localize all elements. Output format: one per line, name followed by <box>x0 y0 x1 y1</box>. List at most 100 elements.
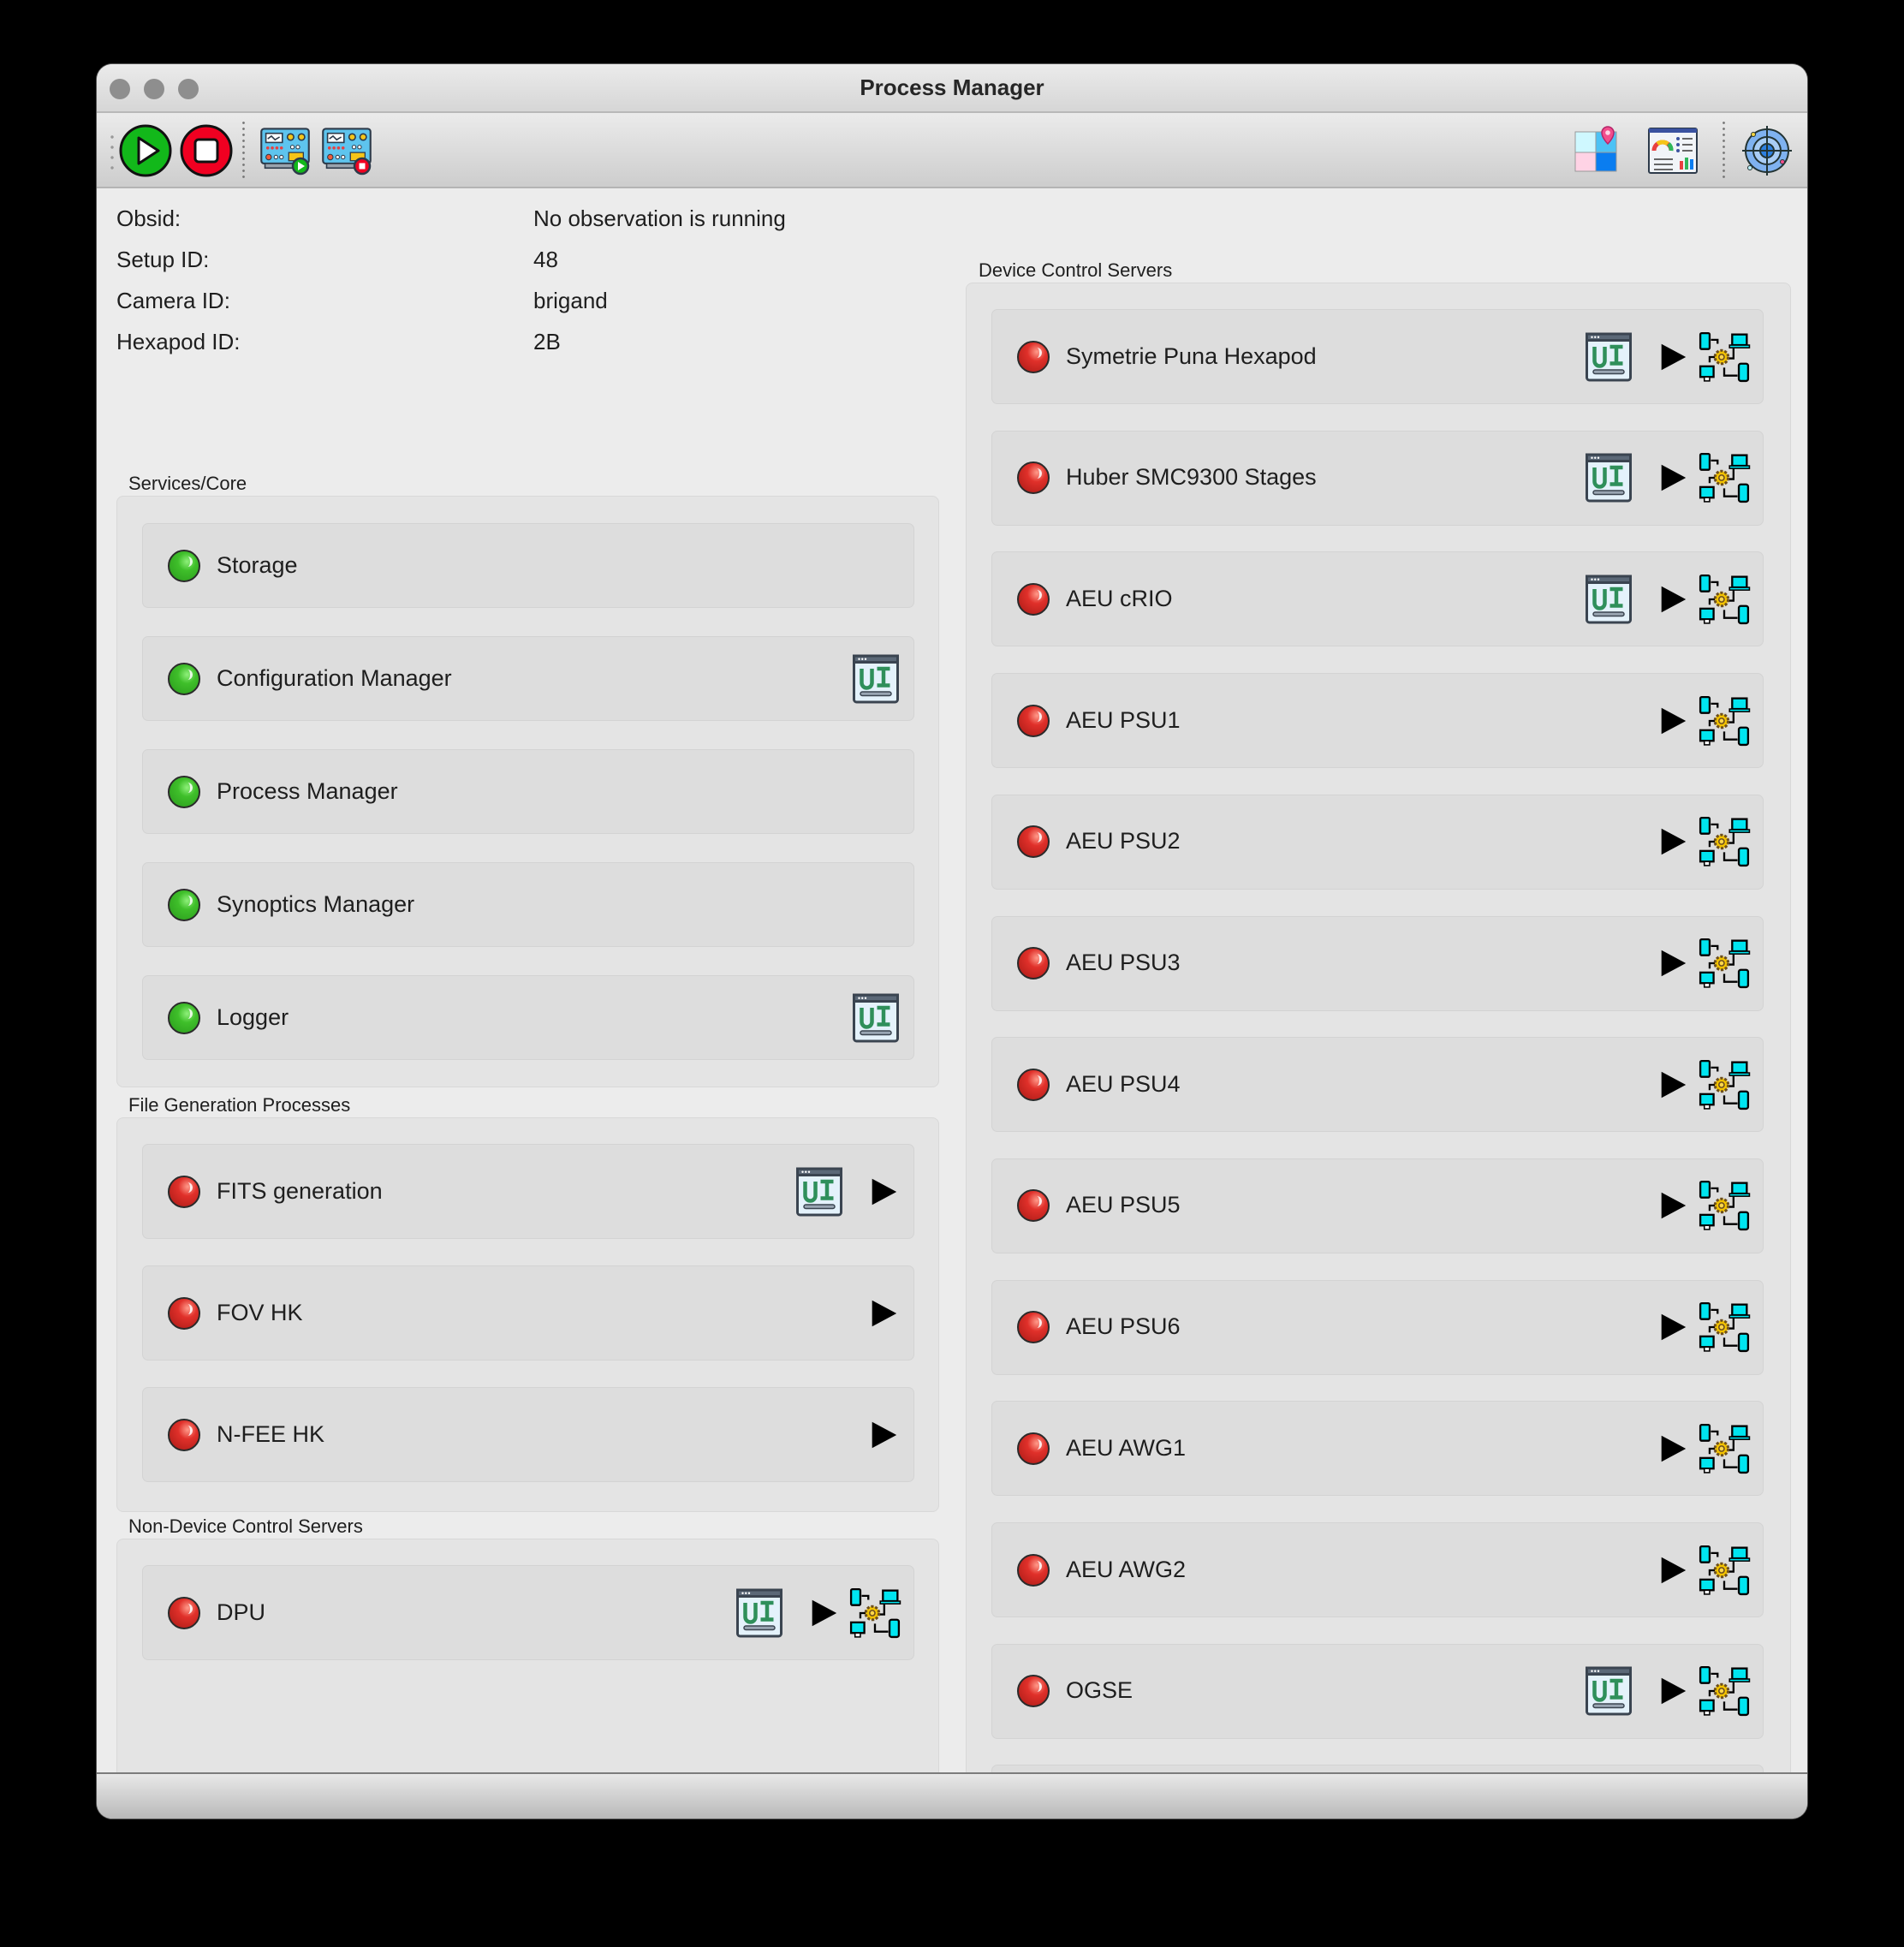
start-process-button[interactable] <box>1657 1432 1689 1465</box>
info-label: Camera ID: <box>116 288 230 313</box>
network-cs-button[interactable] <box>1698 451 1751 504</box>
process-row: Configuration Manager <box>142 636 914 721</box>
play-icon <box>1657 1189 1689 1222</box>
play-icon <box>1657 461 1689 494</box>
start-process-button[interactable] <box>1657 461 1689 494</box>
network-cs-button[interactable] <box>1698 1179 1751 1232</box>
status-led-icon <box>168 1596 200 1629</box>
network-cs-button[interactable] <box>1698 1664 1751 1718</box>
process-name: AEU PSU5 <box>1066 1192 1181 1218</box>
process-name: DPU <box>217 1599 266 1625</box>
start-process-button[interactable] <box>1657 705 1689 737</box>
process-name: Configuration Manager <box>217 664 452 691</box>
start-process-button[interactable] <box>867 1419 900 1451</box>
start-process-button[interactable] <box>807 1597 840 1629</box>
start-process-button[interactable] <box>1657 1554 1689 1587</box>
open-ui-button[interactable] <box>794 1166 845 1218</box>
start-process-button[interactable] <box>1657 1069 1689 1101</box>
ui-window-icon <box>1583 331 1634 383</box>
play-circle-icon <box>119 124 172 177</box>
network-devices-icon <box>1698 815 1751 868</box>
status-led-icon <box>168 775 200 808</box>
process-row: AEU cRIO <box>991 551 1764 647</box>
process-row: AEU PSU2 <box>991 794 1764 890</box>
info-value: 48 <box>533 247 558 272</box>
play-icon <box>1657 947 1689 979</box>
start-process-button[interactable] <box>867 1176 900 1208</box>
network-cs-button[interactable] <box>1698 1422 1751 1475</box>
open-ui-button[interactable] <box>1583 331 1634 383</box>
open-ui-button[interactable] <box>1583 1665 1634 1717</box>
window-title: Process Manager <box>860 74 1044 100</box>
file-generation-label: File Generation Processes <box>128 1094 351 1116</box>
target-button[interactable] <box>1740 123 1794 178</box>
process-name: Huber SMC9300 Stages <box>1066 464 1317 491</box>
play-icon <box>1657 341 1689 373</box>
status-led-icon <box>1017 947 1050 979</box>
process-row: AEU PSU4 <box>991 1037 1764 1133</box>
network-cs-button[interactable] <box>1698 573 1751 626</box>
start-process-button[interactable] <box>1657 1189 1689 1222</box>
start-process-button[interactable] <box>1657 341 1689 373</box>
play-icon <box>1657 1675 1689 1707</box>
start-devices-button[interactable] <box>258 123 312 178</box>
stop-devices-button[interactable] <box>319 123 374 178</box>
process-name: AEU cRIO <box>1066 585 1173 611</box>
start-process-button[interactable] <box>1657 1675 1689 1707</box>
dashboard-button[interactable] <box>1645 123 1700 178</box>
network-cs-button[interactable] <box>1698 1544 1751 1597</box>
network-cs-button[interactable] <box>1698 330 1751 384</box>
process-name: Logger <box>217 1003 289 1030</box>
process-name: AEU PSU4 <box>1066 1070 1181 1097</box>
process-name: AEU PSU1 <box>1066 706 1181 733</box>
start-process-button[interactable] <box>1657 825 1689 858</box>
network-cs-button[interactable] <box>1698 815 1751 868</box>
network-cs-button[interactable] <box>1698 937 1751 990</box>
start-all-button[interactable] <box>118 123 173 178</box>
status-led-icon <box>168 888 200 921</box>
open-ui-button[interactable] <box>850 653 901 705</box>
file-generation-group: FITS generation FOV HK N-FEE HK <box>116 1117 939 1512</box>
start-process-button[interactable] <box>1657 1311 1689 1343</box>
play-icon <box>867 1176 900 1208</box>
info-value: 2B <box>533 329 561 354</box>
map-button[interactable] <box>1568 123 1623 178</box>
network-devices-icon <box>1698 1058 1751 1111</box>
status-led-icon <box>168 549 200 582</box>
status-led-icon <box>1017 461 1050 495</box>
network-cs-button[interactable] <box>1698 694 1751 747</box>
network-cs-button[interactable] <box>848 1587 901 1640</box>
open-ui-button[interactable] <box>734 1587 785 1639</box>
crosshair-target-icon <box>1742 126 1792 176</box>
open-ui-button[interactable] <box>1583 574 1634 625</box>
services-core-group: Storage Configuration Manager Process Mana… <box>116 496 939 1087</box>
status-led-icon <box>1017 1432 1050 1465</box>
control-panel-play-icon <box>258 123 312 176</box>
process-row: FOV HK <box>142 1265 914 1361</box>
stop-all-button[interactable] <box>179 123 234 178</box>
process-name: AEU PSU6 <box>1066 1313 1181 1340</box>
status-led-icon <box>168 662 200 695</box>
network-cs-button[interactable] <box>1698 1301 1751 1354</box>
open-ui-button[interactable] <box>850 992 901 1044</box>
process-name: N-FEE HK <box>217 1420 325 1447</box>
status-led-icon <box>1017 340 1050 373</box>
process-name: Symetrie Puna Hexapod <box>1066 342 1317 369</box>
open-ui-button[interactable] <box>1583 452 1634 503</box>
start-process-button[interactable] <box>1657 947 1689 979</box>
stop-circle-icon <box>180 124 233 177</box>
start-process-button[interactable] <box>867 1297 900 1330</box>
process-name: FITS generation <box>217 1177 383 1204</box>
status-led-icon <box>168 1001 200 1034</box>
process-name: AEU PSU3 <box>1066 950 1181 975</box>
play-icon <box>867 1419 900 1451</box>
network-cs-button[interactable] <box>1698 1058 1751 1111</box>
toolbar-grip[interactable] <box>110 132 114 173</box>
start-process-button[interactable] <box>1657 583 1689 616</box>
process-row: AEU AWG2 <box>991 1522 1764 1617</box>
play-icon <box>1657 1069 1689 1101</box>
process-row: N-FEE HK <box>142 1387 914 1482</box>
process-row: AEU AWG1 <box>991 1401 1764 1497</box>
process-row: Synoptics Manager <box>142 862 914 947</box>
process-row: Logger <box>142 975 914 1060</box>
